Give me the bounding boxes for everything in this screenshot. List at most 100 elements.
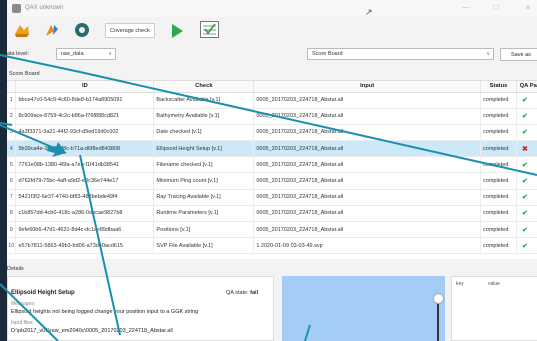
pass-check-icon: ✔ (521, 161, 528, 169)
cell-status: completed (480, 92, 517, 109)
cell-check: Minimum Ping count [v.1] (153, 172, 255, 190)
details-title: Ellipsoid Height Setup (11, 290, 75, 296)
cell-qa-pass: ✔ (516, 172, 537, 190)
data-level-value: raw_data (61, 51, 84, 57)
row-number-header (7, 81, 17, 93)
cell-status: completed (480, 140, 517, 158)
close-button[interactable]: ✕ (525, 4, 531, 12)
input-file-path: D:\pb2017_v01\raw_em2040c\0005_20170203_… (11, 328, 173, 334)
column-header-status[interactable]: Status (480, 81, 517, 93)
scoreboard-title: Score Board (9, 71, 40, 77)
table-header-row: ID Check Input Status QA Pass (7, 81, 537, 93)
cell-check: Runtime Parameters [v.1] (153, 205, 255, 223)
row-number: 9 (7, 221, 17, 239)
qa-state-label: QA state: (226, 290, 249, 296)
pass-check-icon: ✔ (521, 210, 528, 218)
window-title: QAX unknown (25, 5, 64, 11)
table-row[interactable]: 2 8c909ace-8759-4c2c-b86a-f76f888cd821 Bat… (7, 108, 537, 125)
cell-input: 0005_20170203_224718_Abstar.all (253, 205, 482, 223)
table-row[interactable]: 4 9b39ca4e-24b6-4f8c-b71a-d6f8ed843808 Ell… (7, 140, 537, 158)
chevron-down-icon: ∨ (486, 51, 490, 57)
fail-cross-icon: ✖ (521, 145, 528, 153)
run-wizard-icon[interactable] (43, 21, 61, 39)
cell-check: Date checked [v.1] (153, 124, 255, 142)
table-row[interactable]: 5 7761e08b-1380-46fa-a7eb-f1f41db38541 Fil… (7, 156, 537, 174)
table-row[interactable]: 6 d762fd79-75bc-4aff-a9d2-e0c36e744e17 Min… (7, 172, 537, 190)
scoreboard-body: 1 bbce47c0-54c9-4c60-8de8-b174a8905091 Bac… (7, 92, 537, 255)
cell-qa-pass: ✔ (516, 237, 537, 255)
table-row[interactable]: 10 e57b7811-5863-49b3-bd06-a73de0acd615 SV… (7, 237, 537, 255)
cell-id: e57b7811-5863-49b3-bd06-a73de0acd615 (15, 237, 155, 255)
view-select[interactable]: Score Board ∨ (307, 48, 494, 60)
cell-qa-pass: ✔ (516, 156, 537, 174)
pass-check-icon: ✔ (521, 242, 528, 250)
open-project-icon[interactable] (13, 21, 31, 39)
cell-input: 0005_20170203_224718_Abstar.all (253, 172, 482, 190)
cell-status: completed (480, 172, 517, 190)
cell-status: completed (480, 205, 517, 223)
cell-id: 9b39ca4e-24b6-4f8c-b71a-d6f8ed843808 (15, 140, 155, 158)
minimize-button[interactable]: — (462, 4, 469, 11)
cell-qa-pass: ✔ (516, 221, 537, 239)
cell-status: completed (480, 124, 517, 142)
view-value: Score Board (312, 51, 343, 57)
row-number: 5 (7, 156, 17, 174)
row-number: 1 (7, 92, 17, 109)
cell-qa-pass: ✔ (516, 189, 537, 206)
chevron-down-icon: ∨ (108, 51, 112, 57)
column-header-qa-pass[interactable]: QA Pass (516, 81, 537, 93)
cell-input: 0005_20170203_224718_Abstar.all (253, 140, 482, 158)
cell-status: completed (480, 237, 517, 255)
coverage-check-button[interactable]: Coverage check (105, 23, 155, 38)
details-message: Ellipsoid heights not being logged chang… (11, 309, 199, 315)
cell-status: completed (480, 189, 517, 206)
data-level-label: Data level: (3, 51, 29, 57)
cell-id: d762fd79-75bc-4aff-a9d2-e0c36e744e17 (15, 172, 155, 190)
table-row[interactable]: 7 5421f3f2-6e37-4740-bf83-488bebde49f4 Ray… (7, 189, 537, 206)
key-value-panel: key value (451, 276, 537, 341)
cell-id: 7761e08b-1380-46fa-a7eb-f1f41db38541 (15, 156, 155, 174)
row-number: 10 (7, 237, 17, 255)
row-number: 7 (7, 189, 17, 206)
column-header-input[interactable]: Input (253, 81, 482, 93)
cell-qa-pass: ✖ (516, 140, 537, 158)
row-number: 6 (7, 172, 17, 190)
checklist-icon[interactable] (200, 21, 219, 38)
cell-check: Bathymetry Available [v.1] (153, 108, 255, 125)
cell-status: completed (480, 156, 517, 174)
column-header-check[interactable]: Check (153, 81, 255, 93)
details-panel: Ellipsoid Height Setup QA state: fail Me… (7, 276, 274, 341)
table-row[interactable]: 3 4a3f3371-3a21-44f2-93cf-d9ed19d0c002 Dat… (7, 124, 537, 142)
plot-slider-track[interactable] (437, 300, 439, 341)
cell-id: c1b857dd-4cb0-418c-a286-0dbcae9827b8 (15, 205, 155, 223)
cell-check: SVP File Available [v.1] (153, 237, 255, 255)
play-icon[interactable] (172, 24, 183, 38)
title-bar: QAX unknown ↗ — ☐ ✕ (7, 0, 537, 17)
cell-input: 0005_20170203_224718_Abstar.all (253, 108, 482, 125)
table-row[interactable]: 8 c1b857dd-4cb0-418c-a286-0dbcae9827b8 Run… (7, 205, 537, 223)
save-as-button[interactable]: Save as (500, 48, 537, 61)
cell-id: 4a3f3371-3a21-44f2-93cf-d9ed19d0c002 (15, 124, 155, 142)
cell-qa-pass: ✔ (516, 124, 537, 142)
cell-id: bbce47c0-54c9-4c60-8de8-b174a8905091 (15, 92, 155, 109)
table-row[interactable]: 1 bbce47c0-54c9-4c60-8de8-b174a8905091 Bac… (7, 92, 537, 109)
data-level-row: Data level: raw_data ∨ Score Board ∨ Sav… (3, 45, 537, 63)
plot-area[interactable] (282, 276, 445, 341)
scoreboard-table: ID Check Input Status QA Pass 1bbce47c0-… (7, 81, 537, 255)
column-header-id[interactable]: ID (15, 81, 155, 93)
input-files-label: Input files: (11, 320, 34, 326)
table-row[interactable]: 9 9efe60b6-47d1-4631-8d4c-dc1ce89dbaa6 Pos… (7, 221, 537, 239)
cell-input: 0005_20170203_224718_Abstar.all (253, 221, 482, 239)
data-level-select[interactable]: raw_data ∨ (56, 48, 116, 60)
cell-check: Ellipsoid Height Setup [v.1] (153, 140, 255, 158)
pass-check-icon: ✔ (521, 113, 528, 121)
cell-qa-pass: ✔ (516, 205, 537, 223)
plot-slider-handle[interactable] (433, 293, 444, 304)
cell-input: 0005_20170203_224718_Abstar.all (253, 189, 482, 206)
maximize-button[interactable]: ☐ (493, 4, 499, 12)
cell-input: 0005_20170203_224718_Abstar.all (253, 92, 482, 109)
cell-input: 0005_20170203_224718_Abstar.all (253, 124, 482, 142)
pass-check-icon: ✔ (521, 226, 528, 234)
settings-gear-icon[interactable] (73, 21, 91, 39)
cell-qa-pass: ✔ (516, 108, 537, 125)
